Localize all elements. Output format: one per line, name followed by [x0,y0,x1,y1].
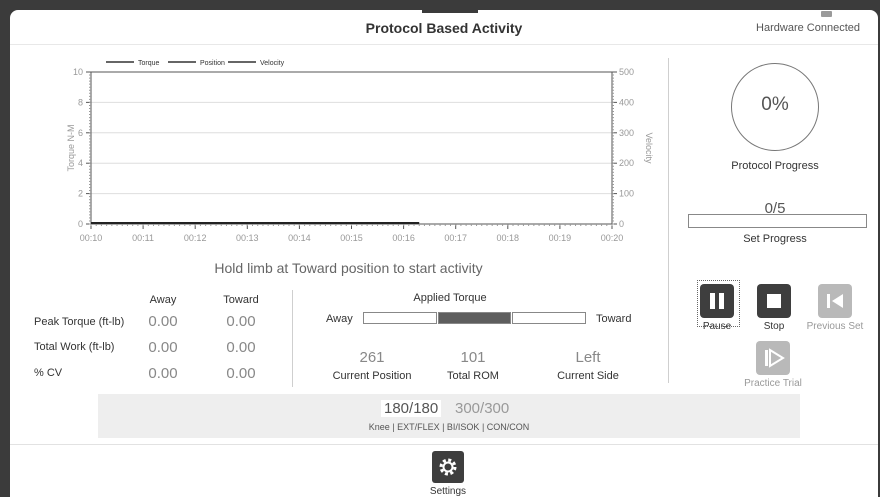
gear-icon[interactable] [432,451,464,483]
set-progress-bar [688,214,867,228]
peak-torque-toward: 0.00 [226,313,256,330]
current-side-label: Current Side [557,370,619,382]
x-tick-label: 00:11 [132,233,154,243]
skip-back-icon[interactable] [818,284,852,318]
previous-set-label: Previous Set [806,321,864,332]
mode-description: Knee | EXT/FLEX | BI/ISOK | CON/CON [368,422,530,432]
protocol-progress-circle: 0% [731,63,819,151]
y-tick-label: 10 [73,67,83,77]
x-tick-label: 00:15 [340,233,363,243]
legend-label-position: Position [200,60,225,67]
practice-trial-label: Practice Trial [744,378,802,389]
torque-center-fill [439,313,510,323]
torque-toward-label: Toward [596,313,632,325]
y-right-axis-label: Velocity [644,132,654,164]
current-side-value: Left [575,349,601,366]
y-tick-label: 0 [78,219,83,229]
divider [668,58,669,383]
applied-torque-title: Applied Torque [413,292,487,304]
total-rom-label: Total ROM [447,370,499,382]
stop-button[interactable]: Stop [740,284,808,332]
y-tick-label: 6 [78,128,83,138]
y-right-tick-label: 400 [619,97,634,107]
cv-away: 0.00 [148,365,178,382]
x-tick-label: 00:17 [444,233,467,243]
x-tick-label: 00:10 [80,233,103,243]
total-work-away: 0.00 [148,339,178,356]
practice-play-icon[interactable] [756,341,790,375]
mode-speed-secondary[interactable]: 300/300 [455,400,509,417]
legend-label-velocity: Velocity [260,60,285,67]
stop-icon[interactable] [757,284,791,318]
protocol-progress-percent: 0% [761,94,789,115]
pause-icon[interactable] [700,284,734,318]
x-tick-label: 00:20 [601,233,624,243]
y-right-tick-label: 500 [619,67,634,77]
practice-trial-button[interactable]: Practice Trial [739,341,807,389]
row-label-total-work: Total Work (ft-lb) [34,341,115,353]
x-tick-label: 00:18 [497,233,520,243]
chart-svg: 0246810010020030040050000:10 00:11 00:12 00… [66,60,654,243]
settings-button[interactable] [432,451,464,483]
y-right-tick-label: 0 [619,219,624,229]
row-label-peak-torque: Peak Torque (ft-lb) [34,316,125,328]
app-window: Protocol Based Activity Hardware Connect… [10,10,878,497]
stop-label: Stop [763,321,785,332]
x-tick-label: 00:19 [549,233,572,243]
previous-set-button[interactable]: Previous Set [801,284,869,332]
y-tick-label: 8 [78,97,83,107]
torque-away-label: Away [326,313,353,325]
y-tick-label: 2 [78,189,83,199]
x-tick-label: 00:13 [236,233,259,243]
total-work-toward: 0.00 [226,339,256,356]
y-right-tick-label: 200 [619,158,634,168]
peak-torque-away: 0.00 [148,313,178,330]
y-axis-label: Torque N-M [66,124,76,171]
y-tick-label: 4 [78,158,83,168]
y-right-tick-label: 100 [619,189,634,199]
instruction-text: Hold limb at Toward position to start ac… [214,260,483,276]
page-title: Protocol Based Activity [365,20,523,36]
col-header-away: Away [149,294,177,306]
current-position-label: Current Position [332,370,412,382]
torque-toward-bar [512,312,586,324]
x-tick-label: 00:14 [288,233,311,243]
mode-panel: 180/180 300/300 Knee | EXT/FLEX | BI/ISO… [98,394,800,438]
divider [292,290,293,387]
hardware-icon [821,11,832,17]
cv-toward: 0.00 [226,365,256,382]
header-bar: Protocol Based Activity Hardware Connect… [10,10,878,45]
mode-speed-primary[interactable]: 180/180 [381,400,442,417]
torque-away-bar [363,312,437,324]
total-rom-value: 101 [460,349,486,366]
footer-divider [10,444,878,445]
activity-chart: 0 2 4 6 8 10 0 100 200 300 400 500 00:10 00:11 00:12 00… [36,48,656,248]
row-label-cv: % CV [34,367,63,379]
y-right-tick-label: 300 [619,128,634,138]
torque-center-bar [438,312,511,324]
settings-label: Settings [429,486,467,497]
protocol-progress-label: Protocol Progress [731,160,819,172]
legend-label-torque: Torque [138,60,160,67]
current-position-value: 261 [359,349,385,366]
col-header-toward: Toward [223,294,259,306]
set-progress-label: Set Progress [743,233,807,245]
hardware-status: Hardware Connected [756,22,860,34]
x-tick-label: 00:16 [392,233,415,243]
x-tick-label: 00:12 [184,233,207,243]
